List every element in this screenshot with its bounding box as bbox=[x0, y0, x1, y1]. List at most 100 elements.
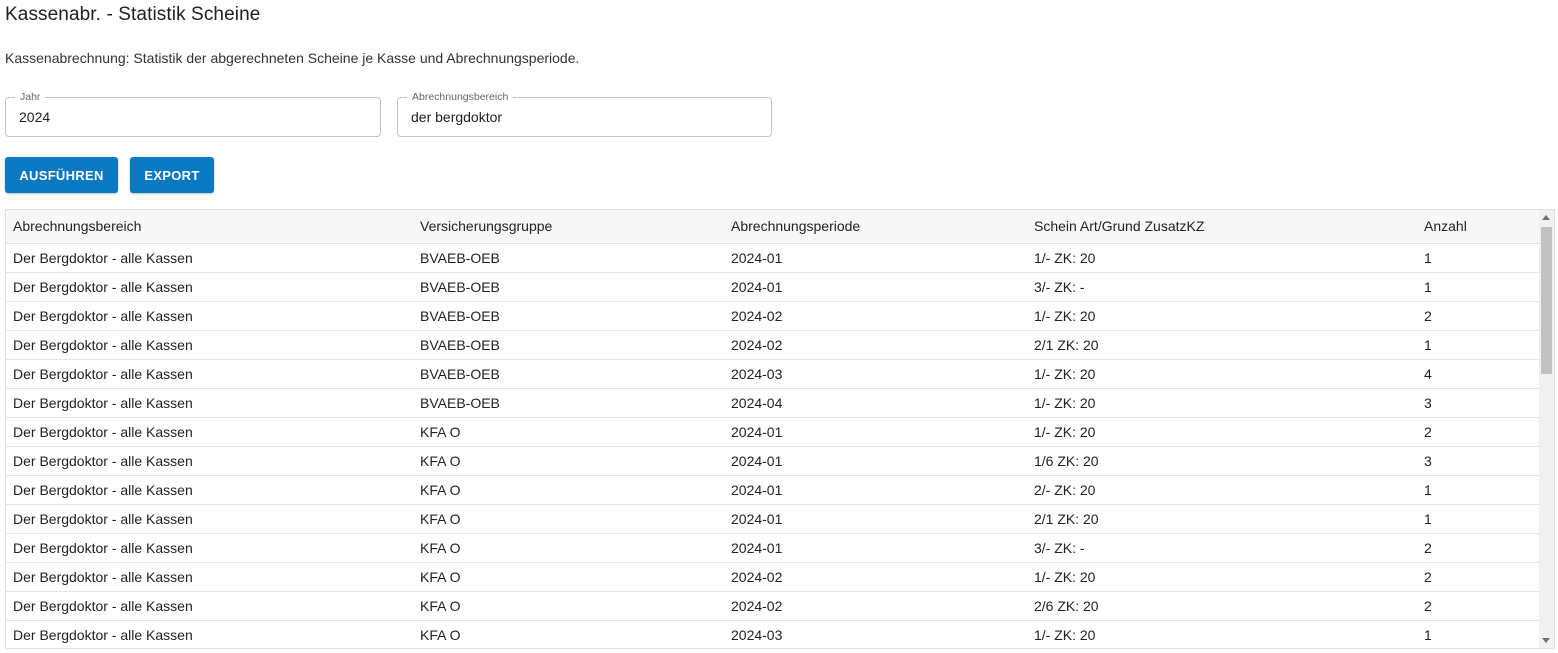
table-cell: Der Bergdoktor - alle Kassen bbox=[6, 446, 413, 476]
table-cell: 1/- ZK: 20 bbox=[1027, 417, 1417, 447]
table-cell: 2/6 ZK: 20 bbox=[1027, 591, 1417, 621]
table-cell: 3/- ZK: - bbox=[1027, 272, 1417, 302]
table-row[interactable]: Der Bergdoktor - alle Kassen KFA O 2024-01… bbox=[6, 475, 1540, 505]
table-cell: 2024-02 bbox=[724, 330, 1027, 360]
table-row[interactable]: Der Bergdoktor - alle Kassen KFA O 2024-02… bbox=[6, 591, 1540, 621]
table-cell: 1 bbox=[1417, 272, 1540, 302]
table-cell: 1/- ZK: 20 bbox=[1027, 243, 1417, 273]
table-cell: Der Bergdoktor - alle Kassen bbox=[6, 330, 413, 360]
column-header[interactable]: Schein Art/Grund ZusatzKZ bbox=[1027, 210, 1417, 244]
table-cell: Der Bergdoktor - alle Kassen bbox=[6, 272, 413, 302]
table-scrollbar[interactable] bbox=[1539, 210, 1554, 648]
table-cell: 1/- ZK: 20 bbox=[1027, 620, 1417, 648]
abrechnungsbereich-label: Abrechnungsbereich bbox=[407, 90, 514, 104]
scroll-up-icon[interactable] bbox=[1542, 215, 1550, 220]
table-row[interactable]: Der Bergdoktor - alle Kassen KFA O 2024-02… bbox=[6, 562, 1540, 592]
table-cell: 2024-01 bbox=[724, 504, 1027, 534]
table-cell: 1/- ZK: 20 bbox=[1027, 562, 1417, 592]
table-cell: KFA O bbox=[413, 446, 724, 476]
jahr-field[interactable]: Jahr bbox=[5, 90, 381, 137]
table-cell: 2024-01 bbox=[724, 446, 1027, 476]
table-cell: KFA O bbox=[413, 475, 724, 505]
table-row[interactable]: Der Bergdoktor - alle Kassen BVAEB-OEB 202… bbox=[6, 243, 1540, 273]
table-cell: 2024-01 bbox=[724, 475, 1027, 505]
table-cell: BVAEB-OEB bbox=[413, 243, 724, 273]
table-row[interactable]: Der Bergdoktor - alle Kassen KFA O 2024-01… bbox=[6, 446, 1540, 476]
table-body: Der Bergdoktor - alle Kassen BVAEB-OEB 202… bbox=[6, 243, 1540, 648]
table-cell: 1/6 ZK: 20 bbox=[1027, 446, 1417, 476]
table-header: Abrechnungsbereich Versicherungsgruppe Abr… bbox=[6, 210, 1540, 244]
table-cell: 1/- ZK: 20 bbox=[1027, 359, 1417, 389]
jahr-label: Jahr bbox=[15, 90, 46, 104]
table-cell: 1 bbox=[1417, 330, 1540, 360]
abrechnungsbereich-field[interactable]: Abrechnungsbereich bbox=[397, 90, 772, 137]
table-cell: Der Bergdoktor - alle Kassen bbox=[6, 301, 413, 331]
run-button[interactable]: AUSFÜHREN bbox=[5, 157, 118, 193]
table-cell: KFA O bbox=[413, 504, 724, 534]
table-cell: 1 bbox=[1417, 475, 1540, 505]
table-cell: KFA O bbox=[413, 417, 724, 447]
table-cell: 2/1 ZK: 20 bbox=[1027, 330, 1417, 360]
table-cell: KFA O bbox=[413, 591, 724, 621]
table-cell: BVAEB-OEB bbox=[413, 272, 724, 302]
abrechnungsbereich-input[interactable] bbox=[411, 109, 751, 125]
table-cell: Der Bergdoktor - alle Kassen bbox=[6, 475, 413, 505]
table-cell: 2024-02 bbox=[724, 591, 1027, 621]
table-cell: 2024-03 bbox=[724, 359, 1027, 389]
table-cell: Der Bergdoktor - alle Kassen bbox=[6, 243, 413, 273]
table-cell: Der Bergdoktor - alle Kassen bbox=[6, 620, 413, 648]
results-table: Abrechnungsbereich Versicherungsgruppe Abr… bbox=[6, 210, 1540, 648]
table-cell: Der Bergdoktor - alle Kassen bbox=[6, 417, 413, 447]
table-cell: BVAEB-OEB bbox=[413, 330, 724, 360]
table-row[interactable]: Der Bergdoktor - alle Kassen BVAEB-OEB 202… bbox=[6, 359, 1540, 389]
table-cell: 3 bbox=[1417, 446, 1540, 476]
table-cell: BVAEB-OEB bbox=[413, 301, 724, 331]
table-row[interactable]: Der Bergdoktor - alle Kassen KFA O 2024-01… bbox=[6, 417, 1540, 447]
table-header-row: Abrechnungsbereich Versicherungsgruppe Abr… bbox=[6, 210, 1540, 244]
page-title: Kassenabr. - Statistik Scheine bbox=[5, 4, 261, 25]
table-cell: 2024-01 bbox=[724, 272, 1027, 302]
page-description: Kassenabrechnung: Statistik der abgerech… bbox=[5, 50, 580, 66]
column-header[interactable]: Versicherungsgruppe bbox=[413, 210, 724, 244]
scroll-down-icon[interactable] bbox=[1542, 638, 1550, 643]
table-cell: KFA O bbox=[413, 620, 724, 648]
table-cell: 2 bbox=[1417, 591, 1540, 621]
table-cell: Der Bergdoktor - alle Kassen bbox=[6, 591, 413, 621]
table-cell: 1/- ZK: 20 bbox=[1027, 301, 1417, 331]
table-cell: Der Bergdoktor - alle Kassen bbox=[6, 504, 413, 534]
table-cell: 1/- ZK: 20 bbox=[1027, 388, 1417, 418]
table-cell: 3 bbox=[1417, 388, 1540, 418]
table-row[interactable]: Der Bergdoktor - alle Kassen KFA O 2024-03… bbox=[6, 620, 1540, 648]
table-cell: 1 bbox=[1417, 620, 1540, 648]
table-row[interactable]: Der Bergdoktor - alle Kassen KFA O 2024-01… bbox=[6, 504, 1540, 534]
table-row[interactable]: Der Bergdoktor - alle Kassen BVAEB-OEB 202… bbox=[6, 272, 1540, 302]
table-cell: 2 bbox=[1417, 562, 1540, 592]
table-cell: Der Bergdoktor - alle Kassen bbox=[6, 562, 413, 592]
table-row[interactable]: Der Bergdoktor - alle Kassen BVAEB-OEB 202… bbox=[6, 301, 1540, 331]
table-cell: 4 bbox=[1417, 359, 1540, 389]
column-header[interactable]: Anzahl bbox=[1417, 210, 1540, 244]
table-cell: BVAEB-OEB bbox=[413, 388, 724, 418]
table-cell: Der Bergdoktor - alle Kassen bbox=[6, 388, 413, 418]
table-cell: 2024-01 bbox=[724, 533, 1027, 563]
table-row[interactable]: Der Bergdoktor - alle Kassen BVAEB-OEB 202… bbox=[6, 330, 1540, 360]
table-cell: 2024-04 bbox=[724, 388, 1027, 418]
table-cell: BVAEB-OEB bbox=[413, 359, 724, 389]
table-cell: 2024-01 bbox=[724, 243, 1027, 273]
table-cell: 1 bbox=[1417, 243, 1540, 273]
table-cell: 2/- ZK: 20 bbox=[1027, 475, 1417, 505]
table-row[interactable]: Der Bergdoktor - alle Kassen BVAEB-OEB 202… bbox=[6, 388, 1540, 418]
jahr-input[interactable] bbox=[19, 109, 359, 125]
table-cell: 1 bbox=[1417, 504, 1540, 534]
scroll-thumb[interactable] bbox=[1541, 227, 1552, 374]
table-cell: 3/- ZK: - bbox=[1027, 533, 1417, 563]
table-row[interactable]: Der Bergdoktor - alle Kassen KFA O 2024-01… bbox=[6, 533, 1540, 563]
column-header[interactable]: Abrechnungsbereich bbox=[6, 210, 413, 244]
table-cell: Der Bergdoktor - alle Kassen bbox=[6, 533, 413, 563]
page: Kassenabr. - Statistik Scheine Kassenabr… bbox=[0, 0, 1558, 653]
column-header[interactable]: Abrechnungsperiode bbox=[724, 210, 1027, 244]
table-cell: KFA O bbox=[413, 533, 724, 563]
export-button[interactable]: EXPORT bbox=[130, 157, 214, 193]
results-table-container: Abrechnungsbereich Versicherungsgruppe Abr… bbox=[5, 209, 1555, 649]
table-cell: KFA O bbox=[413, 562, 724, 592]
